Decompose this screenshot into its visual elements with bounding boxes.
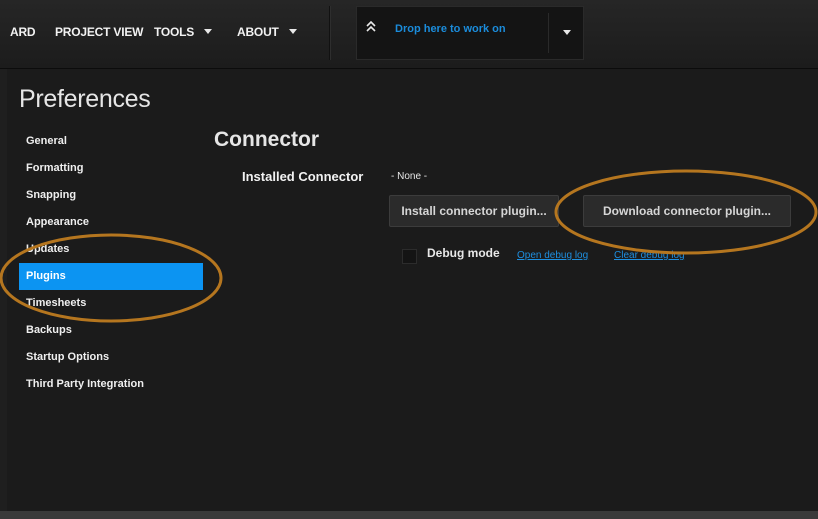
sidebar-item-appearance[interactable]: Appearance — [19, 209, 203, 236]
debug-mode-label: Debug mode — [427, 246, 500, 260]
sidebar-item-formatting[interactable]: Formatting — [19, 155, 203, 182]
installed-connector-label: Installed Connector — [242, 169, 364, 184]
download-connector-button[interactable]: Download connector plugin... — [583, 195, 791, 227]
debug-mode-checkbox[interactable] — [402, 249, 417, 264]
top-menu-bar: ARD PROJECT VIEW TOOLS ABOUT Drop here t… — [0, 0, 818, 69]
sidebar-item-updates[interactable]: Updates — [19, 236, 203, 263]
drop-zone-label: Drop here to work on — [395, 23, 506, 35]
drop-zone-divider — [548, 13, 549, 53]
sidebar-item-startup-options[interactable]: Startup Options — [19, 344, 203, 371]
menu-item-about[interactable]: ABOUT — [237, 25, 297, 39]
bottom-border — [0, 511, 818, 519]
clear-debug-log-link[interactable]: Clear debug log — [614, 250, 685, 261]
installed-connector-value: - None - — [391, 171, 428, 182]
sidebar-item-third-party-integration[interactable]: Third Party Integration — [19, 371, 203, 398]
sidebar-item-backups[interactable]: Backups — [19, 317, 203, 344]
install-connector-button[interactable]: Install connector plugin... — [389, 195, 559, 227]
menu-item-tools[interactable]: TOOLS — [154, 25, 213, 39]
menu-divider — [329, 6, 330, 60]
double-chevron-up-icon — [366, 21, 376, 32]
open-debug-log-link[interactable]: Open debug log — [517, 250, 588, 261]
sidebar-item-plugins[interactable]: Plugins — [19, 263, 203, 290]
menu-item-project-view[interactable]: PROJECT VIEW — [55, 25, 143, 39]
sidebar-item-general[interactable]: General — [19, 128, 203, 155]
preferences-sidebar: General Formatting Snapping Appearance U… — [19, 128, 203, 398]
sidebar-item-timesheets[interactable]: Timesheets — [19, 290, 203, 317]
chevron-down-icon — [288, 29, 297, 34]
window-edge — [0, 69, 7, 511]
chevron-down-icon[interactable] — [563, 30, 571, 35]
drop-zone[interactable]: Drop here to work on — [356, 6, 584, 60]
chevron-down-icon — [204, 29, 213, 34]
page-title: Preferences — [19, 85, 151, 113]
menu-item-dashboard[interactable]: ARD — [10, 25, 36, 39]
section-title: Connector — [214, 128, 319, 151]
sidebar-item-snapping[interactable]: Snapping — [19, 182, 203, 209]
